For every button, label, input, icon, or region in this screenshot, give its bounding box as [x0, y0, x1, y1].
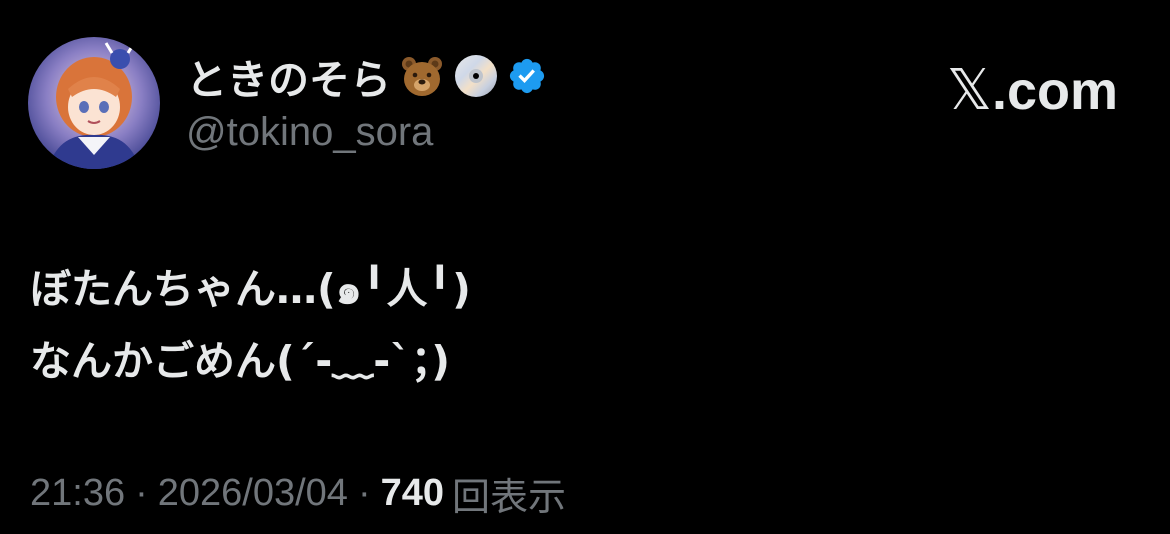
tweet-line: なんかごめん(´-﹏-`；): [30, 337, 451, 385]
meta-separator: ·: [135, 472, 148, 514]
x-brand-link[interactable]: 𝕏 .com: [947, 58, 1118, 123]
tweet-line: ぼたんちゃん…(๑╹人╹): [30, 265, 471, 313]
author-display-name[interactable]: ときのそら: [186, 46, 391, 106]
tweet-time[interactable]: 21:36: [30, 472, 125, 515]
avatar-image: [28, 37, 160, 169]
bear-face-emoji: [399, 53, 445, 99]
author-handle[interactable]: @tokino_sora: [186, 110, 433, 155]
tweet-date[interactable]: 2026/03/04: [158, 472, 348, 515]
dvd-emoji: [453, 53, 499, 99]
verified-badge-icon: [507, 56, 547, 96]
author-name-row: ときのそら: [186, 50, 547, 104]
tweet-text: ぼたんちゃん…(๑╹人╹) なんかごめん(´-﹏-`；): [30, 253, 471, 397]
tweet-meta: 21:36 · 2026/03/04 · 740 回表示: [30, 466, 566, 521]
x-logo-icon: 𝕏: [946, 58, 992, 123]
avatar[interactable]: [28, 37, 160, 169]
views-label: 回表示: [452, 475, 567, 519]
brand-domain-text: .com: [991, 60, 1118, 121]
meta-separator: ·: [357, 472, 371, 514]
views-count: 740: [380, 472, 444, 514]
